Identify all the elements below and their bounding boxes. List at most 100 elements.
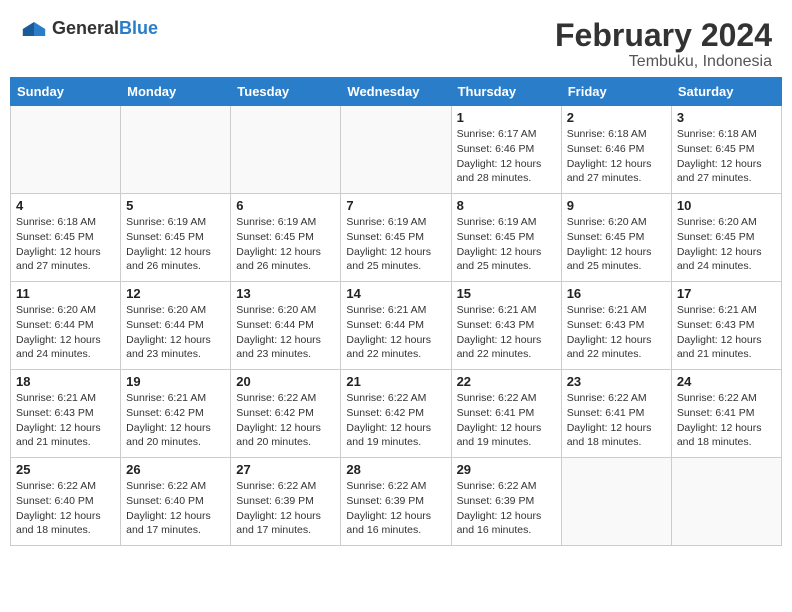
calendar-cell: 22 Sunrise: 6:22 AM Sunset: 6:41 PM Dayli… bbox=[451, 370, 561, 458]
calendar-cell: 28 Sunrise: 6:22 AM Sunset: 6:39 PM Dayli… bbox=[341, 458, 451, 546]
cell-day-number: 8 bbox=[457, 198, 556, 213]
cell-day-number: 7 bbox=[346, 198, 445, 213]
cell-sun-info: Sunrise: 6:18 AM Sunset: 6:45 PM Dayligh… bbox=[677, 127, 776, 186]
cell-day-number: 10 bbox=[677, 198, 776, 213]
calendar-table: SundayMondayTuesdayWednesdayThursdayFrid… bbox=[10, 77, 782, 546]
calendar-cell bbox=[561, 458, 671, 546]
calendar-cell: 26 Sunrise: 6:22 AM Sunset: 6:40 PM Dayli… bbox=[121, 458, 231, 546]
weekday-header-monday: Monday bbox=[121, 78, 231, 106]
cell-sun-info: Sunrise: 6:21 AM Sunset: 6:43 PM Dayligh… bbox=[567, 303, 666, 362]
calendar-cell: 27 Sunrise: 6:22 AM Sunset: 6:39 PM Dayli… bbox=[231, 458, 341, 546]
calendar-cell: 17 Sunrise: 6:21 AM Sunset: 6:43 PM Dayli… bbox=[671, 282, 781, 370]
cell-day-number: 23 bbox=[567, 374, 666, 389]
calendar-cell bbox=[671, 458, 781, 546]
calendar-cell: 5 Sunrise: 6:19 AM Sunset: 6:45 PM Daylig… bbox=[121, 194, 231, 282]
page-header: GeneralBlue February 2024 Tembuku, Indon… bbox=[10, 10, 782, 75]
calendar-cell: 20 Sunrise: 6:22 AM Sunset: 6:42 PM Dayli… bbox=[231, 370, 341, 458]
calendar-cell: 16Sunrise: 6:21 AM Sunset: 6:43 PM Dayli… bbox=[561, 282, 671, 370]
cell-day-number: 20 bbox=[236, 374, 335, 389]
calendar-cell bbox=[341, 106, 451, 194]
calendar-cell: 9Sunrise: 6:20 AM Sunset: 6:45 PM Daylig… bbox=[561, 194, 671, 282]
week-row-4: 18Sunrise: 6:21 AM Sunset: 6:43 PM Dayli… bbox=[11, 370, 782, 458]
calendar-cell: 4 Sunrise: 6:18 AM Sunset: 6:45 PM Daylig… bbox=[11, 194, 121, 282]
cell-day-number: 13 bbox=[236, 286, 335, 301]
cell-sun-info: Sunrise: 6:20 AM Sunset: 6:45 PM Dayligh… bbox=[567, 215, 666, 274]
calendar-cell: 23 Sunrise: 6:22 AM Sunset: 6:41 PM Dayli… bbox=[561, 370, 671, 458]
cell-day-number: 21 bbox=[346, 374, 445, 389]
cell-sun-info: Sunrise: 6:22 AM Sunset: 6:41 PM Dayligh… bbox=[677, 391, 776, 450]
calendar-cell: 14 Sunrise: 6:21 AM Sunset: 6:44 PM Dayli… bbox=[341, 282, 451, 370]
cell-sun-info: Sunrise: 6:21 AM Sunset: 6:43 PM Dayligh… bbox=[677, 303, 776, 362]
calendar-cell: 1Sunrise: 6:17 AM Sunset: 6:46 PM Daylig… bbox=[451, 106, 561, 194]
weekday-header-wednesday: Wednesday bbox=[341, 78, 451, 106]
cell-day-number: 4 bbox=[16, 198, 115, 213]
calendar-cell bbox=[231, 106, 341, 194]
cell-sun-info: Sunrise: 6:22 AM Sunset: 6:39 PM Dayligh… bbox=[346, 479, 445, 538]
calendar-cell: 21Sunrise: 6:22 AM Sunset: 6:42 PM Dayli… bbox=[341, 370, 451, 458]
cell-sun-info: Sunrise: 6:21 AM Sunset: 6:43 PM Dayligh… bbox=[457, 303, 556, 362]
calendar-cell: 3Sunrise: 6:18 AM Sunset: 6:45 PM Daylig… bbox=[671, 106, 781, 194]
cell-sun-info: Sunrise: 6:20 AM Sunset: 6:44 PM Dayligh… bbox=[126, 303, 225, 362]
logo: GeneralBlue bbox=[20, 18, 158, 39]
cell-day-number: 6 bbox=[236, 198, 335, 213]
calendar-cell: 11 Sunrise: 6:20 AM Sunset: 6:44 PM Dayli… bbox=[11, 282, 121, 370]
cell-sun-info: Sunrise: 6:22 AM Sunset: 6:40 PM Dayligh… bbox=[126, 479, 225, 538]
title-area: February 2024 Tembuku, Indonesia bbox=[555, 18, 772, 71]
calendar-cell: 10 Sunrise: 6:20 AM Sunset: 6:45 PM Dayli… bbox=[671, 194, 781, 282]
calendar-cell: 7 Sunrise: 6:19 AM Sunset: 6:45 PM Daylig… bbox=[341, 194, 451, 282]
cell-day-number: 5 bbox=[126, 198, 225, 213]
calendar-cell: 25 Sunrise: 6:22 AM Sunset: 6:40 PM Dayli… bbox=[11, 458, 121, 546]
calendar-cell: 29 Sunrise: 6:22 AM Sunset: 6:39 PM Dayli… bbox=[451, 458, 561, 546]
cell-sun-info: Sunrise: 6:18 AM Sunset: 6:45 PM Dayligh… bbox=[16, 215, 115, 274]
cell-sun-info: Sunrise: 6:22 AM Sunset: 6:41 PM Dayligh… bbox=[457, 391, 556, 450]
cell-day-number: 12 bbox=[126, 286, 225, 301]
cell-sun-info: Sunrise: 6:17 AM Sunset: 6:46 PM Dayligh… bbox=[457, 127, 556, 186]
cell-day-number: 19 bbox=[126, 374, 225, 389]
cell-sun-info: Sunrise: 6:22 AM Sunset: 6:42 PM Dayligh… bbox=[236, 391, 335, 450]
cell-day-number: 14 bbox=[346, 286, 445, 301]
calendar-cell bbox=[121, 106, 231, 194]
weekday-header-row: SundayMondayTuesdayWednesdayThursdayFrid… bbox=[11, 78, 782, 106]
logo-icon bbox=[20, 19, 48, 39]
cell-day-number: 29 bbox=[457, 462, 556, 477]
weekday-header-sunday: Sunday bbox=[11, 78, 121, 106]
cell-day-number: 18 bbox=[16, 374, 115, 389]
cell-day-number: 26 bbox=[126, 462, 225, 477]
cell-sun-info: Sunrise: 6:21 AM Sunset: 6:42 PM Dayligh… bbox=[126, 391, 225, 450]
cell-day-number: 28 bbox=[346, 462, 445, 477]
calendar-cell: 18Sunrise: 6:21 AM Sunset: 6:43 PM Dayli… bbox=[11, 370, 121, 458]
cell-day-number: 22 bbox=[457, 374, 556, 389]
calendar-cell: 15Sunrise: 6:21 AM Sunset: 6:43 PM Dayli… bbox=[451, 282, 561, 370]
week-row-5: 25 Sunrise: 6:22 AM Sunset: 6:40 PM Dayli… bbox=[11, 458, 782, 546]
calendar-cell: 6 Sunrise: 6:19 AM Sunset: 6:45 PM Daylig… bbox=[231, 194, 341, 282]
weekday-header-friday: Friday bbox=[561, 78, 671, 106]
cell-day-number: 17 bbox=[677, 286, 776, 301]
cell-day-number: 25 bbox=[16, 462, 115, 477]
cell-day-number: 27 bbox=[236, 462, 335, 477]
calendar-cell: 2 Sunrise: 6:18 AM Sunset: 6:46 PM Daylig… bbox=[561, 106, 671, 194]
cell-sun-info: Sunrise: 6:22 AM Sunset: 6:40 PM Dayligh… bbox=[16, 479, 115, 538]
calendar-cell: 19 Sunrise: 6:21 AM Sunset: 6:42 PM Dayli… bbox=[121, 370, 231, 458]
cell-day-number: 24 bbox=[677, 374, 776, 389]
cell-sun-info: Sunrise: 6:19 AM Sunset: 6:45 PM Dayligh… bbox=[126, 215, 225, 274]
cell-sun-info: Sunrise: 6:19 AM Sunset: 6:45 PM Dayligh… bbox=[236, 215, 335, 274]
cell-day-number: 2 bbox=[567, 110, 666, 125]
cell-sun-info: Sunrise: 6:21 AM Sunset: 6:44 PM Dayligh… bbox=[346, 303, 445, 362]
cell-sun-info: Sunrise: 6:22 AM Sunset: 6:39 PM Dayligh… bbox=[236, 479, 335, 538]
cell-sun-info: Sunrise: 6:20 AM Sunset: 6:44 PM Dayligh… bbox=[16, 303, 115, 362]
cell-day-number: 11 bbox=[16, 286, 115, 301]
cell-sun-info: Sunrise: 6:20 AM Sunset: 6:45 PM Dayligh… bbox=[677, 215, 776, 274]
cell-sun-info: Sunrise: 6:19 AM Sunset: 6:45 PM Dayligh… bbox=[457, 215, 556, 274]
weekday-header-saturday: Saturday bbox=[671, 78, 781, 106]
calendar-cell: 8 Sunrise: 6:19 AM Sunset: 6:45 PM Daylig… bbox=[451, 194, 561, 282]
week-row-2: 4 Sunrise: 6:18 AM Sunset: 6:45 PM Daylig… bbox=[11, 194, 782, 282]
cell-sun-info: Sunrise: 6:22 AM Sunset: 6:41 PM Dayligh… bbox=[567, 391, 666, 450]
weekday-header-tuesday: Tuesday bbox=[231, 78, 341, 106]
location-subtitle: Tembuku, Indonesia bbox=[555, 53, 772, 71]
cell-sun-info: Sunrise: 6:19 AM Sunset: 6:45 PM Dayligh… bbox=[346, 215, 445, 274]
weekday-header-thursday: Thursday bbox=[451, 78, 561, 106]
cell-sun-info: Sunrise: 6:18 AM Sunset: 6:46 PM Dayligh… bbox=[567, 127, 666, 186]
cell-sun-info: Sunrise: 6:22 AM Sunset: 6:39 PM Dayligh… bbox=[457, 479, 556, 538]
calendar-cell: 12 Sunrise: 6:20 AM Sunset: 6:44 PM Dayli… bbox=[121, 282, 231, 370]
logo-blue-text: Blue bbox=[119, 18, 158, 38]
